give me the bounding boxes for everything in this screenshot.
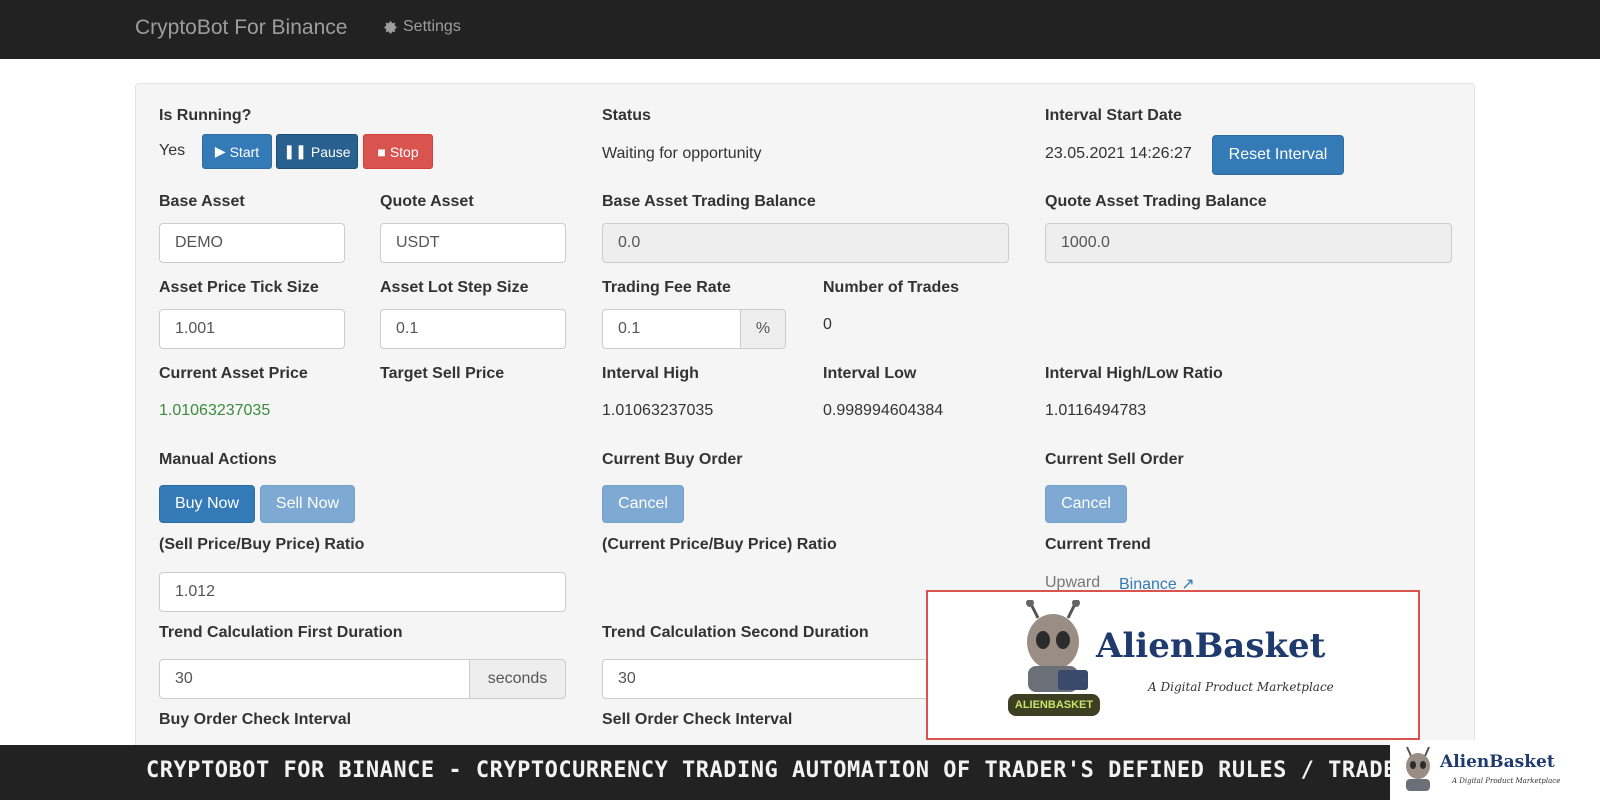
interval-high-value: 1.01063237035: [602, 402, 714, 419]
current-trend-label: Current Trend: [1045, 536, 1151, 553]
is-running-label: Is Running?: [159, 107, 252, 124]
stop-icon: ■: [377, 143, 386, 160]
cancel-sell-order-button[interactable]: Cancel: [1045, 485, 1127, 523]
corner-logo: AlienBasket A Digital Product Marketplac…: [1390, 740, 1600, 800]
sell-buy-ratio-input[interactable]: 1.012: [159, 572, 566, 612]
buy-now-button[interactable]: Buy Now: [159, 485, 255, 523]
quote-asset-input[interactable]: USDT: [380, 223, 566, 263]
trend-first-label: Trend Calculation First Duration: [159, 624, 403, 641]
sell-check-label: Sell Order Check Interval: [602, 711, 793, 728]
alien-mascot-small-icon: [1406, 746, 1430, 791]
interval-low-value: 0.998994604384: [823, 402, 944, 419]
corner-logo-title: AlienBasket: [1440, 752, 1555, 772]
num-trades-label: Number of Trades: [823, 279, 960, 296]
status-label: Status: [602, 107, 651, 124]
bottom-banner: CRYPTOBOT FOR BINANCE - CRYPTOCURRENCY T…: [0, 745, 1600, 800]
status-value: Waiting for opportunity: [602, 145, 762, 162]
buy-order-label: Current Buy Order: [602, 451, 743, 468]
alienbasket-badge: ALIENBASKET: [1008, 694, 1100, 716]
fee-rate-unit: %: [740, 309, 786, 349]
trend-first-input[interactable]: 30: [159, 659, 470, 699]
settings-link[interactable]: Settings: [383, 18, 461, 36]
interval-start-label: Interval Start Date: [1045, 107, 1182, 124]
gear-icon: [384, 21, 397, 33]
target-sell-label: Target Sell Price: [380, 365, 505, 382]
manual-actions-label: Manual Actions: [159, 451, 277, 468]
alienbasket-title: AlienBasket: [1096, 626, 1326, 666]
trend-second-input[interactable]: 30: [602, 659, 932, 699]
lot-step-input[interactable]: 0.1: [380, 309, 566, 349]
sell-buy-ratio-label: (Sell Price/Buy Price) Ratio: [159, 536, 365, 553]
num-trades-value: 0: [823, 316, 832, 333]
sell-order-label: Current Sell Order: [1045, 451, 1184, 468]
hl-ratio-label: Interval High/Low Ratio: [1045, 365, 1223, 382]
interval-start-value: 23.05.2021 14:26:27: [1045, 145, 1192, 162]
is-running-value: Yes: [159, 142, 186, 159]
quote-asset-label: Quote Asset: [380, 193, 474, 210]
alienbasket-tagline: A Digital Product Marketplace: [1148, 680, 1334, 694]
navbar: CryptoBot For Binance Settings: [0, 0, 1600, 59]
buy-check-label: Buy Order Check Interval: [159, 711, 352, 728]
interval-low-label: Interval Low: [823, 365, 917, 382]
fee-rate-label: Trading Fee Rate: [602, 279, 731, 296]
cancel-buy-order-button[interactable]: Cancel: [602, 485, 684, 523]
trend-second-label: Trend Calculation Second Duration: [602, 624, 869, 641]
fee-rate-input[interactable]: 0.1: [602, 309, 741, 349]
pause-icon: ❚❚: [283, 143, 307, 159]
base-balance-input: 0.0: [602, 223, 1009, 263]
alien-mascot-icon: [1026, 600, 1088, 692]
sell-now-button[interactable]: Sell Now: [260, 485, 355, 523]
pause-button[interactable]: ❚❚ Pause: [276, 134, 358, 169]
cur-buy-ratio-label: (Current Price/Buy Price) Ratio: [602, 536, 837, 553]
quote-balance-input: 1000.0: [1045, 223, 1452, 263]
base-asset-input[interactable]: DEMO: [159, 223, 345, 263]
current-price-value: 1.01063237035: [159, 402, 271, 419]
trend-first-unit: seconds: [469, 659, 566, 699]
tick-size-input[interactable]: 1.001: [159, 309, 345, 349]
base-asset-label: Base Asset: [159, 193, 245, 210]
reset-interval-button[interactable]: Reset Interval: [1212, 135, 1344, 175]
play-icon: ▶: [214, 143, 226, 159]
corner-logo-tagline: A Digital Product Marketplace: [1452, 777, 1561, 785]
current-price-label: Current Asset Price: [159, 365, 308, 382]
brand-link[interactable]: CryptoBot For Binance: [135, 16, 347, 40]
alienbasket-watermark: ALIENBASKET AlienBasket A Digital Produc…: [926, 590, 1420, 740]
tick-size-label: Asset Price Tick Size: [159, 279, 319, 296]
interval-high-label: Interval High: [602, 365, 699, 382]
banner-text: CRYPTOBOT FOR BINANCE - CRYPTOCURRENCY T…: [146, 758, 1439, 783]
lot-step-label: Asset Lot Step Size: [380, 279, 529, 296]
stop-button[interactable]: ■ Stop: [363, 134, 433, 169]
start-button[interactable]: ▶ Start: [202, 134, 272, 169]
hl-ratio-value: 1.0116494783: [1045, 402, 1147, 419]
quote-balance-label: Quote Asset Trading Balance: [1045, 193, 1267, 210]
base-balance-label: Base Asset Trading Balance: [602, 193, 816, 210]
settings-label: Settings: [403, 18, 461, 35]
